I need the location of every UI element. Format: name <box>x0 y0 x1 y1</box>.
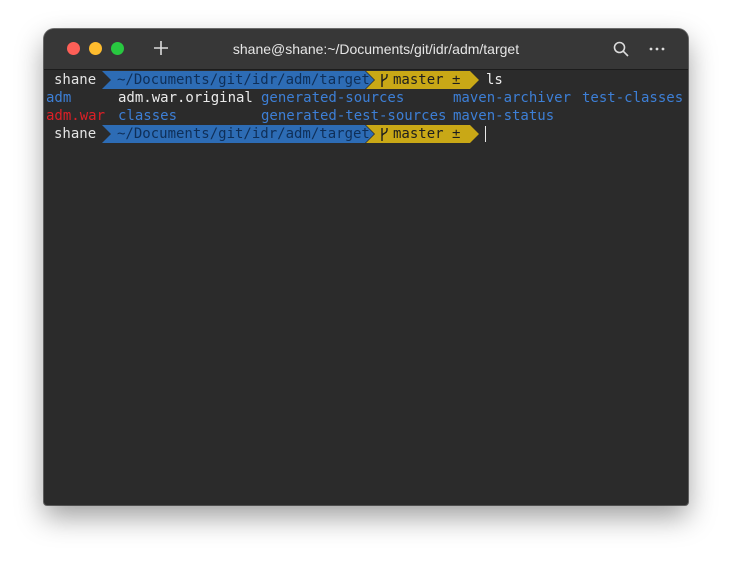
dir-generated-test-sources: generated-test-sources <box>261 108 447 124</box>
ls-output-row: adm.war classes generated-test-sources m… <box>44 107 688 125</box>
prompt-path: ~/Documents/git/idr/adm/target <box>117 126 370 142</box>
git-branch-icon <box>379 128 389 141</box>
terminal-content[interactable]: shane ~/Documents/git/idr/adm/target mas… <box>44 70 688 505</box>
file-adm-war-original: adm.war.original <box>118 90 253 106</box>
prompt-branch: master ± <box>393 126 461 142</box>
dir-maven-archiver: maven-archiver <box>453 90 572 106</box>
dir-generated-sources: generated-sources <box>261 90 405 106</box>
more-icon[interactable] <box>648 40 666 58</box>
text-cursor <box>485 126 486 142</box>
prompt-line: shane ~/Documents/git/idr/adm/target mas… <box>44 71 688 89</box>
prompt-path-segment: ~/Documents/git/idr/adm/target <box>102 71 374 89</box>
dir-maven-status: maven-status <box>453 108 555 124</box>
prompt-branch: master ± <box>393 72 461 88</box>
dir-classes: classes <box>118 108 178 124</box>
minimize-button[interactable] <box>89 42 102 55</box>
prompt-git-segment: master ± <box>366 71 479 89</box>
git-branch-icon <box>379 74 389 87</box>
prompt-user-segment: shane <box>44 125 106 143</box>
window-title: shane@shane:~/Documents/git/idr/adm/targ… <box>232 41 520 57</box>
prompt-line: shane ~/Documents/git/idr/adm/target mas… <box>44 125 688 143</box>
dir-adm: adm <box>46 90 72 106</box>
prompt-user: shane <box>54 126 97 142</box>
file-adm-war: adm.war <box>46 108 106 124</box>
terminal-window: shane@shane:~/Documents/git/idr/adm/targ… <box>44 29 688 505</box>
title-bar: shane@shane:~/Documents/git/idr/adm/targ… <box>44 29 688 70</box>
close-button[interactable] <box>67 42 80 55</box>
prompt-user-segment: shane <box>44 71 106 89</box>
prompt-user: shane <box>54 72 97 88</box>
prompt-path: ~/Documents/git/idr/adm/target <box>117 72 370 88</box>
maximize-button[interactable] <box>111 42 124 55</box>
dir-test-classes: test-classes <box>582 90 684 106</box>
new-tab-plus-icon[interactable] <box>152 39 170 57</box>
command-text: ls <box>486 72 503 88</box>
search-icon[interactable] <box>612 40 630 58</box>
prompt-path-segment: ~/Documents/git/idr/adm/target <box>102 125 374 143</box>
prompt-git-segment: master ± <box>366 125 479 143</box>
ls-output-row: adm adm.war.original generated-sources m… <box>44 89 688 107</box>
